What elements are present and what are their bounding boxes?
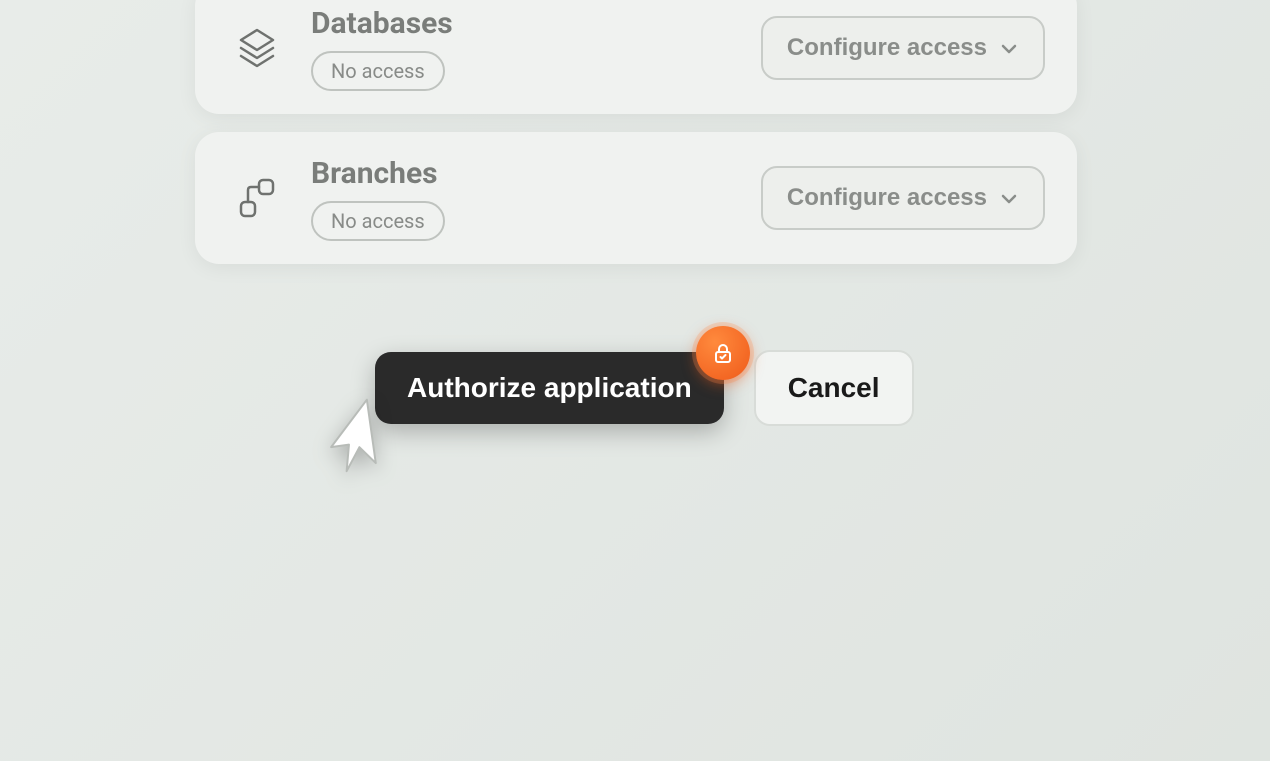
card-content: Branches No access bbox=[311, 156, 761, 241]
action-buttons: Authorize application Cancel bbox=[375, 350, 914, 426]
card-content: Databases No access bbox=[311, 6, 761, 91]
card-title: Databases bbox=[311, 6, 761, 41]
permission-card-branches: Branches No access Configure access bbox=[195, 132, 1077, 264]
chevron-down-icon bbox=[999, 38, 1019, 58]
configure-access-button[interactable]: Configure access bbox=[761, 16, 1045, 80]
configure-access-label: Configure access bbox=[787, 34, 987, 62]
permission-card-databases: Databases No access Configure access bbox=[195, 0, 1077, 114]
layers-icon bbox=[233, 24, 281, 72]
authorize-label: Authorize application bbox=[407, 372, 692, 403]
lock-icon bbox=[696, 326, 750, 380]
cancel-button[interactable]: Cancel bbox=[754, 350, 914, 426]
branch-icon bbox=[233, 174, 281, 222]
access-badge: No access bbox=[311, 51, 445, 91]
configure-access-button[interactable]: Configure access bbox=[761, 166, 1045, 230]
card-title: Branches bbox=[311, 156, 761, 191]
configure-access-label: Configure access bbox=[787, 184, 987, 212]
chevron-down-icon bbox=[999, 188, 1019, 208]
authorize-application-button[interactable]: Authorize application bbox=[375, 352, 724, 424]
access-badge: No access bbox=[311, 201, 445, 241]
